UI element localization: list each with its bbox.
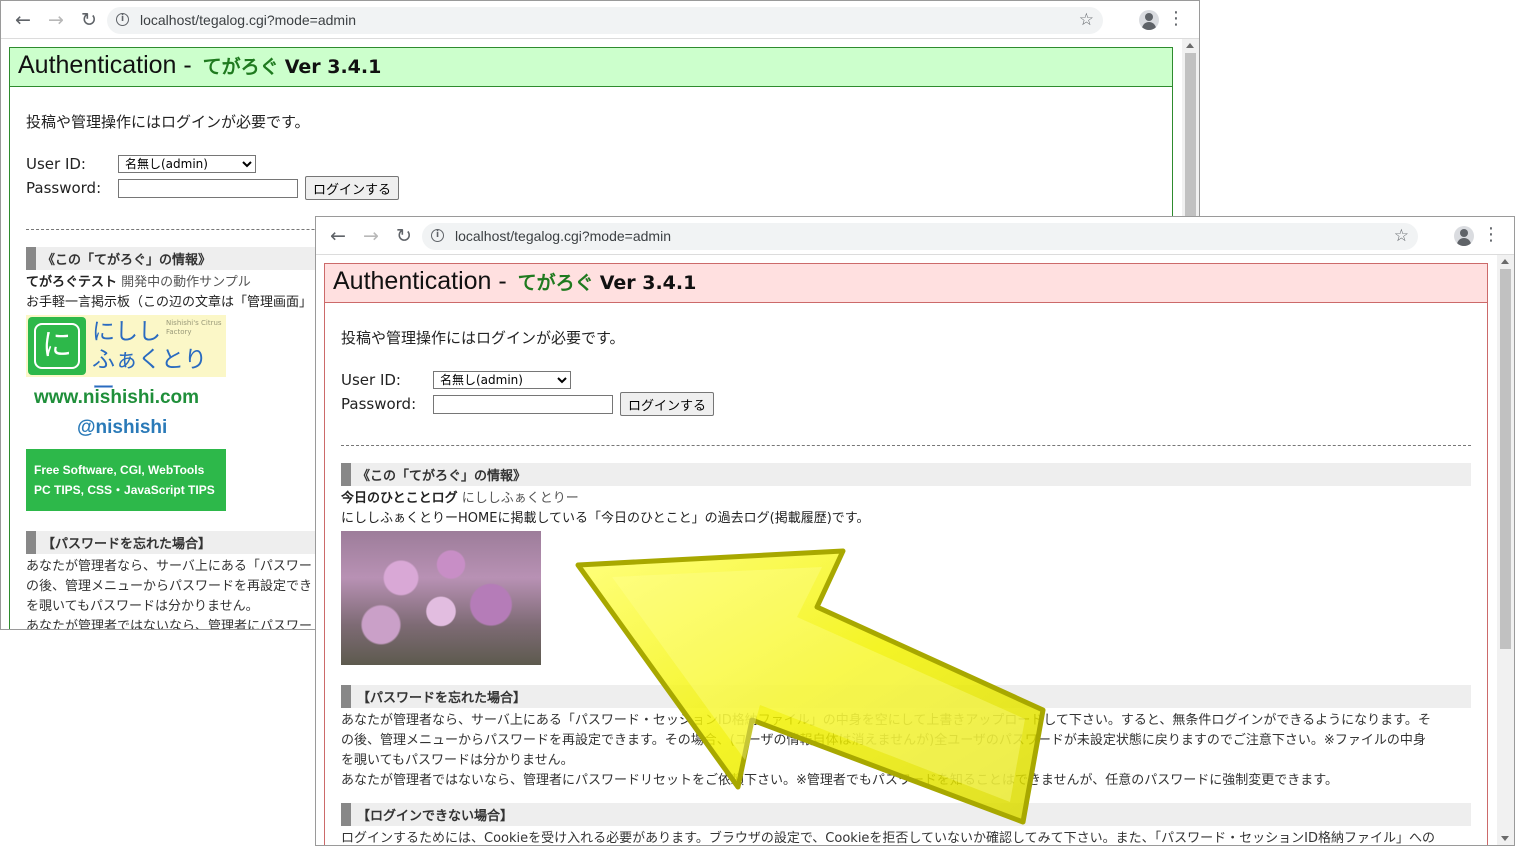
page-frame: Authentication - てがろぐ Ver 3.4.1 投稿や管理操作には… bbox=[324, 263, 1488, 845]
promo-banner[interactable]: Free Software, CGI, WebTools PC TIPS, CS… bbox=[26, 449, 226, 511]
reload-icon[interactable]: ↻ bbox=[392, 224, 416, 248]
profile-icon[interactable] bbox=[1139, 10, 1159, 30]
reload-icon[interactable]: ↻ bbox=[77, 8, 101, 32]
banner-line-1: Free Software, CGI, WebTools bbox=[34, 463, 205, 477]
info-icon[interactable]: i bbox=[116, 13, 129, 26]
address-bar[interactable]: i localhost/tegalog.cgi?mode=admin ☆ bbox=[107, 7, 1103, 34]
kebab-menu-icon[interactable]: ⋮ bbox=[1167, 9, 1185, 29]
browser-toolbar: ← → ↻ i localhost/tegalog.cgi?mode=admin… bbox=[1, 1, 1199, 39]
logo-name-1: にしし bbox=[92, 319, 161, 345]
pw-help-2: の後、管理メニューからパスワードを再設定できます。その場合、(ユーザの情報自体は… bbox=[341, 733, 1426, 748]
banner-line-2: PC TIPS, CSS・JavaScript TIPS bbox=[34, 483, 215, 497]
page-title: Authentication - てがろぐ Ver 3.4.1 bbox=[10, 48, 1172, 87]
user-id-select[interactable]: 名無し(admin) bbox=[433, 371, 571, 389]
page-viewport: Authentication - てがろぐ Ver 3.4.1 投稿や管理操作には… bbox=[316, 255, 1514, 845]
info-desc: にししふぁくとりーHOMEに掲載している「今日のひとこと」の過去ログ(掲載履歴)… bbox=[341, 511, 870, 526]
url-text: localhost/tegalog.cgi?mode=admin bbox=[140, 12, 356, 28]
password-field[interactable] bbox=[118, 178, 298, 198]
login-lead: 投稿や管理操作にはログインが必要です。 bbox=[341, 329, 625, 347]
user-id-label: User ID: bbox=[26, 155, 86, 173]
password-label: Password: bbox=[26, 179, 102, 197]
pw-help-3: を覗いてもパスワードは分かりません。 bbox=[341, 753, 574, 768]
scroll-down-icon[interactable] bbox=[1501, 836, 1509, 841]
info-sub: にししふぁくとりー bbox=[461, 491, 579, 506]
app-name: てがろぐ bbox=[517, 272, 594, 294]
login-button[interactable]: ログインする bbox=[620, 392, 715, 416]
pw-help-1: あなたが管理者なら、サーバ上にある「パスワード・セッションID格納ファイル」の中… bbox=[341, 713, 1431, 728]
app-name: てがろぐ bbox=[202, 56, 279, 78]
profile-icon[interactable] bbox=[1454, 226, 1474, 246]
browser-window-front: ← → ↻ i localhost/tegalog.cgi?mode=admin… bbox=[315, 216, 1515, 846]
kebab-menu-icon[interactable]: ⋮ bbox=[1482, 225, 1500, 245]
info-name: 今日のひとことログ bbox=[341, 491, 458, 506]
version-text: Ver 3.4.1 bbox=[599, 272, 697, 294]
info-heading: 《この「てがろぐ」の情報》 bbox=[341, 463, 1471, 486]
browser-toolbar: ← → ↻ i localhost/tegalog.cgi?mode=admin… bbox=[316, 217, 1514, 255]
scroll-up-icon[interactable] bbox=[1186, 43, 1194, 48]
password-label: Password: bbox=[341, 395, 417, 413]
arrow-left-icon[interactable]: ← bbox=[11, 8, 35, 32]
user-id-label: User ID: bbox=[341, 371, 401, 389]
cannot-login-text: ログインするためには、Cookieを受け入れる必要があります。ブラウザの設定で、… bbox=[341, 831, 1435, 845]
version-text: Ver 3.4.1 bbox=[284, 56, 382, 78]
info-sub: 開発中の動作サンプル bbox=[121, 275, 251, 290]
arrow-left-icon[interactable]: ← bbox=[326, 224, 350, 248]
password-help-heading: 【パスワードを忘れた場合】 bbox=[341, 685, 1471, 708]
star-icon[interactable]: ☆ bbox=[1079, 10, 1094, 30]
arrow-right-icon[interactable]: → bbox=[359, 224, 383, 248]
logo-sub: Nishishi's Citrus Factory bbox=[166, 319, 222, 336]
scroll-thumb[interactable] bbox=[1500, 269, 1511, 649]
cannot-login-heading: 【ログインできない場合】 bbox=[341, 803, 1471, 826]
scroll-up-icon[interactable] bbox=[1501, 259, 1509, 264]
login-lead: 投稿や管理操作にはログインが必要です。 bbox=[26, 113, 310, 131]
title-text: Authentication - bbox=[333, 267, 514, 295]
user-id-select[interactable]: 名無し(admin) bbox=[118, 155, 256, 173]
page-title: Authentication - てがろぐ Ver 3.4.1 bbox=[325, 264, 1487, 303]
address-bar[interactable]: i localhost/tegalog.cgi?mode=admin ☆ bbox=[422, 223, 1418, 250]
password-field[interactable] bbox=[433, 394, 613, 414]
info-icon[interactable]: i bbox=[431, 229, 444, 242]
login-button[interactable]: ログインする bbox=[305, 176, 400, 200]
title-text: Authentication - bbox=[18, 51, 199, 79]
scrollbar[interactable] bbox=[1497, 255, 1514, 845]
arrow-right-icon[interactable]: → bbox=[44, 8, 68, 32]
cherry-blossom-photo[interactable] bbox=[341, 531, 541, 665]
info-name: てがろぐテスト bbox=[26, 275, 118, 290]
star-icon[interactable]: ☆ bbox=[1394, 226, 1409, 246]
divider bbox=[341, 445, 1471, 446]
logo-name-2: ふぁくとりー bbox=[92, 347, 207, 401]
nishishi-logo[interactable]: に にしし ふぁくとりー Nishishi's Citrus Factory bbox=[26, 315, 226, 401]
pw-help-4: あなたが管理者ではないなら、管理者にパスワードリセットをご依頼下さい。※管理者で… bbox=[341, 773, 1338, 788]
url-text: localhost/tegalog.cgi?mode=admin bbox=[455, 228, 671, 244]
